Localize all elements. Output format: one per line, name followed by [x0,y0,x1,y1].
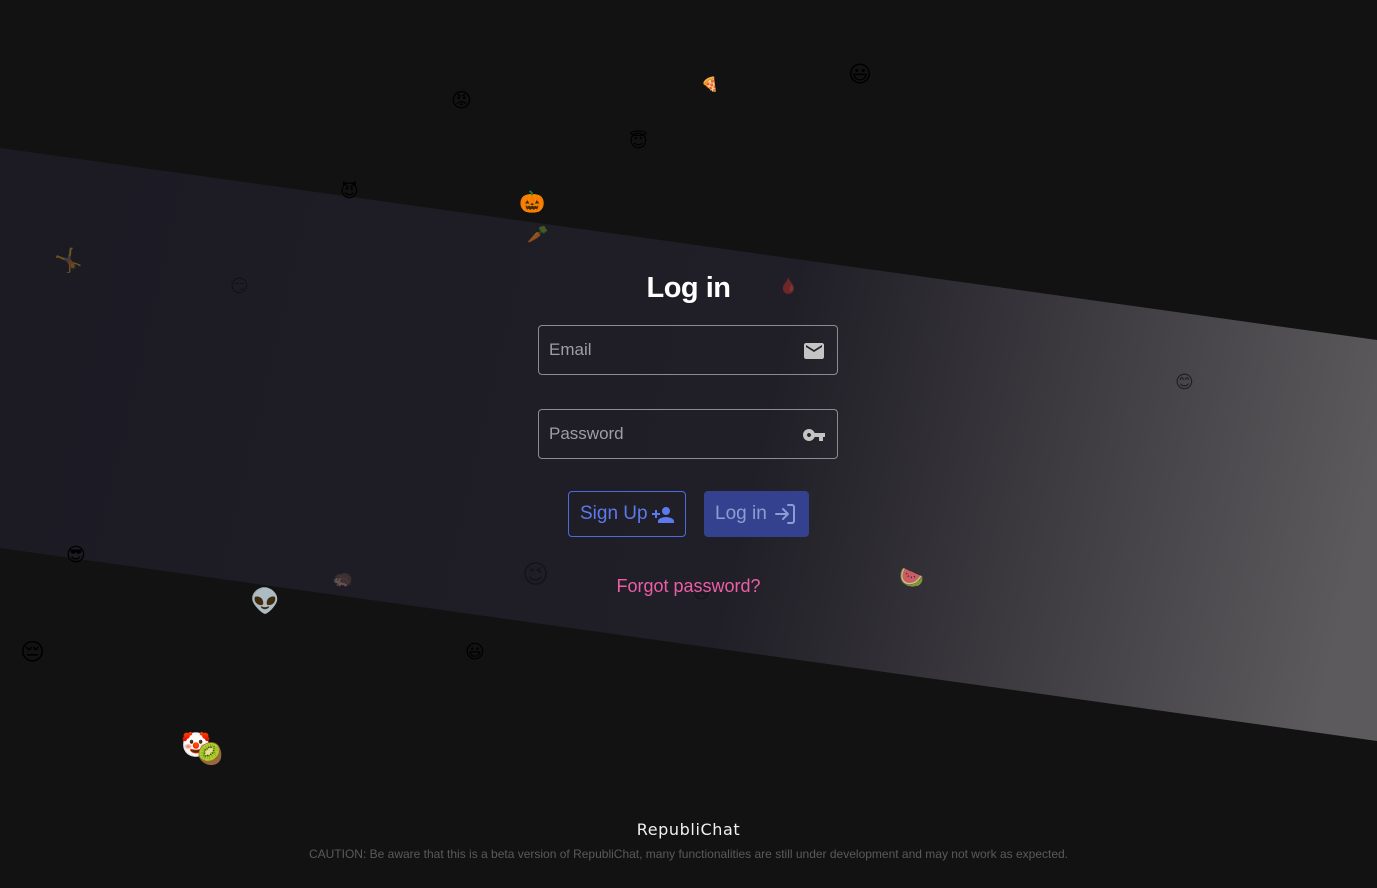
emoji-grinning-small: 😃 [465,641,485,663]
person-add-icon [652,507,674,523]
emoji-pensive-face: 😔 [20,638,46,666]
emoji-sunglasses-face: 😎 [66,544,86,566]
emoji-pumpkin: 🎃 [519,190,546,214]
forgot-password-link[interactable]: Forgot password? [0,576,1377,597]
emoji-devil-face: 😈 [340,181,359,202]
footer-brand: RepubliChat [636,820,741,839]
emoji-angry-face: 😡 [451,88,472,112]
page-title: Log in [646,272,731,304]
sign-up-button[interactable]: Sign Up [568,491,686,537]
emoji-smiling-face: 😊 [1175,372,1194,393]
password-field[interactable] [538,409,838,459]
emoji-grinning-face: 😃 [848,62,872,88]
beta-caution-text: CAUTION: Be aware that this is a beta ve… [308,847,1069,861]
login-arrow-icon [775,504,795,524]
emoji-halo-face: 😇 [629,131,648,152]
email-field[interactable] [538,325,838,375]
emoji-carrot: 🥕 [527,225,549,245]
login-page: 😡 🍕 😃 😇 😈 🎃 🥕 🤸 😏 🩸 😊 😎 👽 🦔 😉 😣 🍉 😔 😃 🤡 … [0,0,1377,888]
emoji-cartwheel: 🤸 [54,248,83,274]
emoji-kiwi: 🥝 [197,742,224,766]
password-input[interactable] [539,410,789,458]
sign-up-label: Sign Up [580,503,648,524]
log-in-button[interactable]: Log in [704,491,809,537]
log-in-label: Log in [715,503,767,524]
email-input[interactable] [539,326,789,374]
key-icon [803,429,825,441]
emoji-pizza: 🍕 [701,77,719,93]
mail-icon [804,343,824,359]
